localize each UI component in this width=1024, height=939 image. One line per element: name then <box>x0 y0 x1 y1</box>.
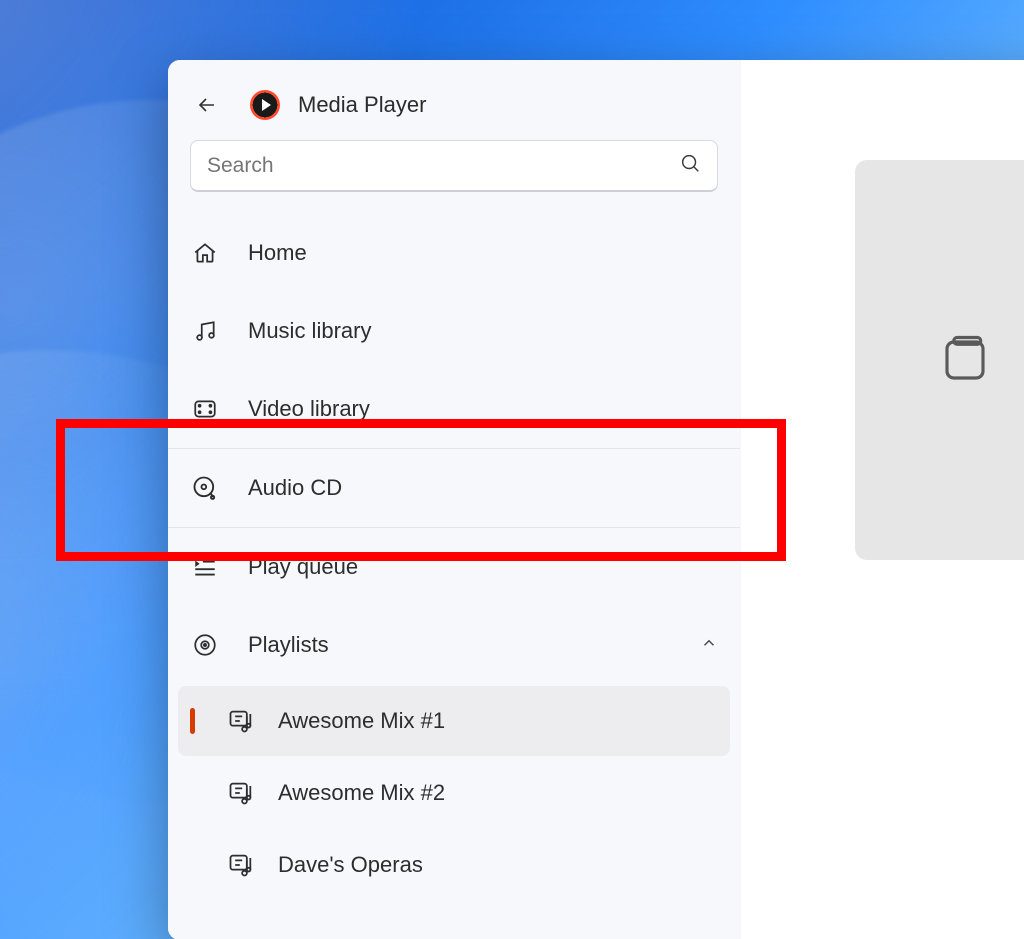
playlists-icon <box>190 632 220 658</box>
album-icon <box>938 333 992 387</box>
nav-label: Home <box>248 240 307 266</box>
playlist-label: Awesome Mix #2 <box>278 780 445 806</box>
playlist-label: Dave's Operas <box>278 852 423 878</box>
chevron-up-icon <box>700 632 718 658</box>
playlist-list: Awesome Mix #1 Awesome Mix #2 Dave's Opera… <box>168 684 740 902</box>
playlist-item[interactable]: Awesome Mix #2 <box>178 758 730 828</box>
search-input[interactable] <box>207 154 679 178</box>
window-header: Media Player <box>168 88 740 140</box>
nav-home[interactable]: Home <box>168 214 740 292</box>
video-icon <box>190 396 220 422</box>
playlist-item[interactable]: Dave's Operas <box>178 830 730 900</box>
media-player-window: Media Player Home <box>168 60 1024 939</box>
nav-audio-cd[interactable]: Audio CD <box>168 449 740 527</box>
nav-label: Play queue <box>248 554 358 580</box>
arrow-left-icon <box>195 93 219 117</box>
disc-icon <box>190 474 220 502</box>
nav-music-library[interactable]: Music library <box>168 292 740 370</box>
search-box[interactable] <box>190 140 718 192</box>
playlist-icon <box>226 707 256 735</box>
content-pane <box>740 60 1024 939</box>
nav-list: Home Music library Video library <box>168 214 740 902</box>
playlist-item[interactable]: Awesome Mix #1 <box>178 686 730 756</box>
sidebar: Media Player Home <box>168 60 740 939</box>
nav-label: Video library <box>248 396 370 422</box>
queue-icon <box>190 554 220 580</box>
music-note-icon <box>190 318 220 344</box>
playlist-icon <box>226 779 256 807</box>
back-button[interactable] <box>190 88 224 122</box>
nav-label: Audio CD <box>248 475 342 501</box>
home-icon <box>190 240 220 266</box>
nav-label: Music library <box>248 318 371 344</box>
album-placeholder <box>855 160 1024 560</box>
nav-video-library[interactable]: Video library <box>168 370 740 448</box>
nav-label: Playlists <box>248 632 329 658</box>
app-title: Media Player <box>298 92 426 118</box>
nav-playlists[interactable]: Playlists <box>168 606 740 684</box>
search-icon <box>679 152 701 179</box>
app-icon <box>250 90 280 120</box>
nav-play-queue[interactable]: Play queue <box>168 528 740 606</box>
playlist-icon <box>226 851 256 879</box>
desktop-wallpaper: Media Player Home <box>0 0 1024 939</box>
playlist-label: Awesome Mix #1 <box>278 708 445 734</box>
